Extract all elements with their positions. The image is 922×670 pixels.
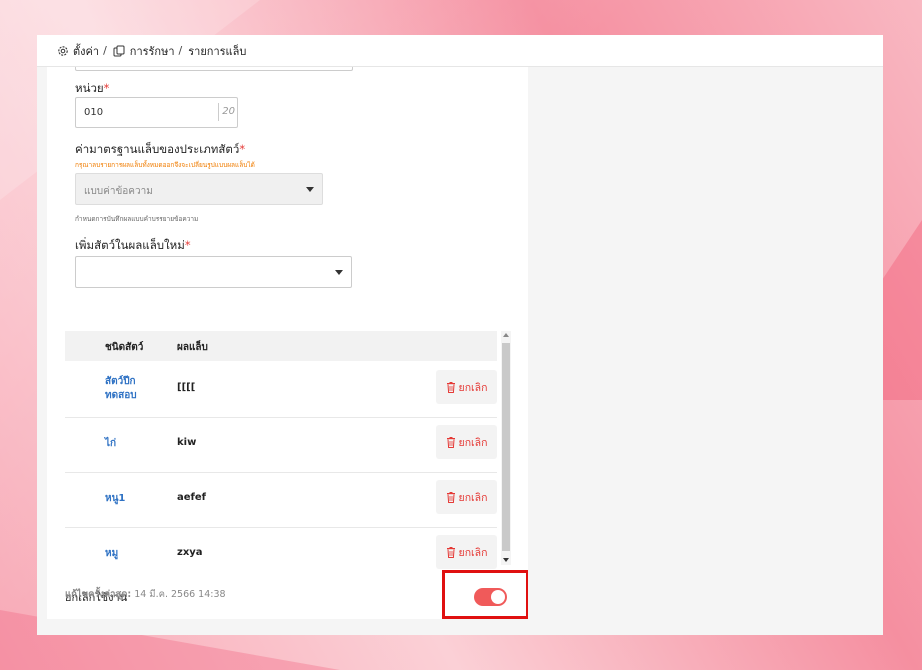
standard-select: แบบค่าข้อความ	[75, 173, 323, 205]
table-header: ชนิดสัตว์ ผลแล็บ	[65, 331, 497, 361]
unit-label: หน่วย*	[75, 81, 110, 95]
lab-result-value: zxya	[177, 547, 203, 558]
app-window: ตั้งค่า / การรักษา / รายการแล็บ หน่วย* 0…	[37, 35, 883, 635]
add-animal-label: เพิ่มสัตว์ในผลแล็บใหม่*	[75, 238, 191, 252]
breadcrumb-item-lab-list: รายการแล็บ	[188, 44, 247, 58]
delete-button[interactable]: ยกเลิก	[436, 425, 497, 459]
delete-button[interactable]: ยกเลิก	[436, 480, 497, 514]
delete-button-label: ยกเลิก	[458, 436, 488, 449]
header-animal-type: ชนิดสัตว์	[105, 342, 144, 353]
breadcrumb-item-settings[interactable]: ตั้งค่า	[73, 42, 99, 60]
copy-icon	[113, 45, 125, 57]
last-edited-label: แก้ไขครั้งล่าสุด:	[65, 589, 132, 600]
animal-name-link[interactable]: ไก่	[105, 437, 116, 451]
table-row: หนู1 aefef ยกเลิก	[65, 472, 497, 528]
scroll-down-arrow-icon[interactable]	[503, 558, 509, 562]
last-edited-value: 14 มี.ค. 2566 14:38	[134, 589, 226, 600]
delete-button-label: ยกเลิก	[458, 546, 488, 559]
table-row: หมู zxya ยกเลิก	[65, 527, 497, 582]
standard-warning-text: กรุณาลบรายการผลแล็บทั้งหมดออกจึงจะเปลี่ย…	[75, 161, 255, 169]
unit-char-counter: 20	[218, 103, 235, 121]
breadcrumb-item-treatment[interactable]: การรักษา	[130, 42, 175, 60]
delete-button[interactable]: ยกเลิก	[436, 535, 497, 569]
standard-select-value: แบบค่าข้อความ	[84, 186, 153, 197]
delete-button[interactable]: ยกเลิก	[436, 370, 497, 404]
animal-results-table: ชนิดสัตว์ ผลแล็บ สัตว์ปีก ทดสอบ [[[[ ยกเ…	[65, 331, 511, 571]
table-scrollbar[interactable]	[501, 331, 511, 565]
scroll-thumb[interactable]	[502, 343, 510, 551]
header-lab-result: ผลแล็บ	[177, 342, 208, 353]
table-row: สัตว์ปีก ทดสอบ [[[[ ยกเลิก	[65, 362, 497, 418]
standard-label: ค่ามาตรฐานแล็บของประเภทสัตว์*	[75, 142, 246, 156]
previous-field[interactable]	[75, 67, 353, 71]
lab-result-value: [[[[	[177, 382, 196, 393]
chevron-down-icon	[335, 270, 343, 275]
unit-input[interactable]: 010 20	[75, 97, 238, 128]
animal-name-link[interactable]: หนู1	[105, 492, 125, 506]
breadcrumb: ตั้งค่า / การรักษา / รายการแล็บ	[37, 35, 883, 67]
breadcrumb-separator: /	[178, 44, 183, 57]
highlight-box	[442, 570, 528, 619]
delete-button-label: ยกเลิก	[458, 381, 488, 394]
animal-name-link[interactable]: สัตว์ปีก ทดสอบ	[105, 375, 155, 403]
trash-icon	[446, 436, 455, 448]
last-edited: แก้ไขครั้งล่าสุด: 14 มี.ค. 2566 14:38	[65, 587, 226, 602]
breadcrumb-separator: /	[103, 44, 107, 57]
trash-icon	[446, 546, 455, 558]
chevron-down-icon	[306, 187, 314, 192]
lab-result-value: kiw	[177, 437, 197, 448]
unit-input-value: 010	[84, 107, 104, 118]
add-animal-select[interactable]	[75, 256, 352, 288]
gear-icon	[57, 45, 69, 57]
table-row: ไก่ kiw ยกเลิก	[65, 417, 497, 473]
lab-form-panel: หน่วย* 010 20 ค่ามาตรฐานแล็บของประเภทสัต…	[47, 67, 528, 619]
trash-icon	[446, 381, 455, 393]
animal-name-link[interactable]: หมู	[105, 547, 118, 561]
lab-result-value: aefef	[177, 492, 207, 503]
standard-hint-text: กำหนดการบันทึกผลแบบคำบรรยายข้อความ	[75, 215, 199, 223]
scroll-up-arrow-icon[interactable]	[503, 333, 509, 337]
delete-button-label: ยกเลิก	[458, 491, 488, 504]
trash-icon	[446, 491, 455, 503]
